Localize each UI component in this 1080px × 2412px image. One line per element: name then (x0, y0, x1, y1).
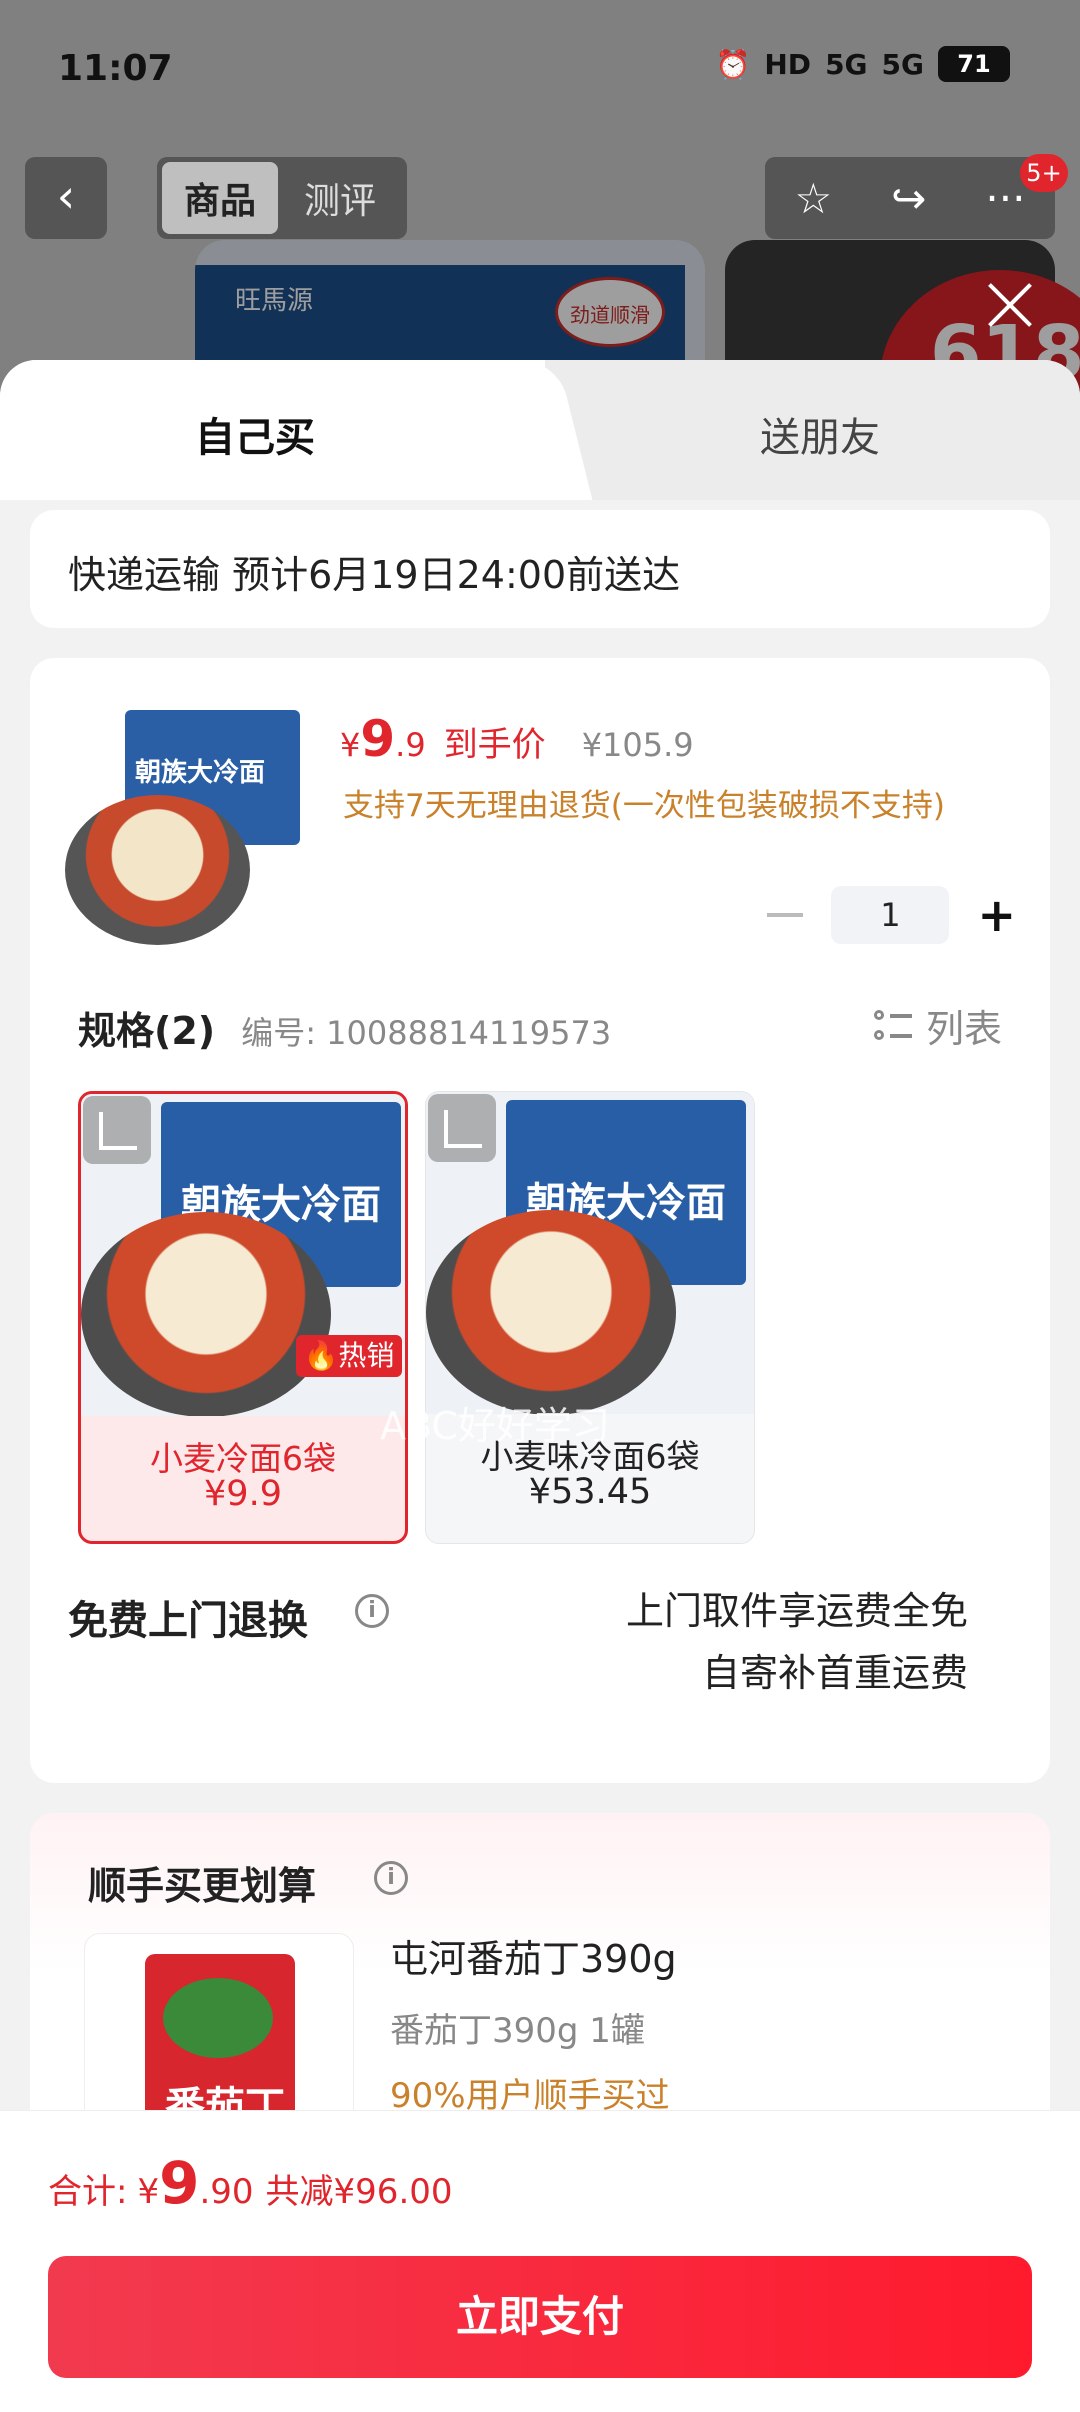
tab-buy-self[interactable]: 自己买 (195, 405, 315, 463)
original-price: ¥105.9 (581, 726, 694, 764)
top-actions: ☆ ↪ ··· (765, 157, 1055, 239)
pay-now-button[interactable]: 立即支付 (48, 2256, 1032, 2378)
decrease-button[interactable] (767, 913, 804, 917)
signal-icon: 5G (825, 47, 868, 81)
quantity-value[interactable]: 1 (831, 886, 950, 944)
sku-option-2[interactable]: 朝族大冷面 小麦味冷面6袋 ¥53.45 (425, 1091, 755, 1544)
free-return-line-1: 上门取件享运费全免 (625, 1589, 968, 1633)
alarm-icon: ⏰ (715, 47, 751, 81)
sku-name: 小麦冷面6袋 (150, 1439, 336, 1478)
status-bar: 11:07 ⏰ HD 5G 5G 71 (0, 0, 1080, 140)
price-decimal: .9 (395, 726, 426, 764)
addon-title: 顺手买更划算 (88, 1864, 317, 1908)
battery-icon: 71 (938, 46, 1010, 82)
total-decimal: .90 (199, 2172, 254, 2212)
pack-label: 朝族大冷面 (135, 758, 266, 788)
info-icon[interactable]: i (355, 1594, 389, 1628)
tab-goods[interactable]: 商品 (162, 162, 278, 234)
status-time: 11:07 (58, 48, 173, 89)
return-policy: 支持7天无理由退货(一次性包装破损不支持) (343, 788, 945, 824)
back-button[interactable]: ‹ (25, 157, 107, 239)
shipping-info: 快递运输 预计6月19日24:00前送达 (68, 553, 681, 597)
checkout-bar: 合计: ¥ 9 .90 共减¥96.00 立即支付 (0, 2110, 1080, 2412)
share-icon[interactable]: ↪ (891, 174, 926, 223)
product-thumbnail[interactable]: 朝族大冷面 (65, 710, 305, 946)
increase-button[interactable]: + (977, 892, 1016, 938)
close-icon[interactable] (984, 280, 1034, 330)
price-label: 到手价 (443, 725, 546, 765)
product-code: 编号: 10088814119573 (241, 1014, 612, 1052)
sku-price: ¥9.9 (204, 1474, 282, 1514)
free-return-title: 免费上门退换 (68, 1598, 308, 1644)
info-icon[interactable]: i (374, 1861, 408, 1895)
expand-icon[interactable] (83, 1096, 151, 1164)
total-integer: 9 (159, 2149, 200, 2217)
sku-price: ¥53.45 (528, 1472, 652, 1512)
purchase-sheet: 自己买 送朋友 快递运输 预计6月19日24:00前送达 朝族大冷面 ¥ 9 .… (0, 360, 1080, 2412)
top-tab-switch[interactable]: 商品 测评 (157, 157, 407, 239)
star-icon[interactable]: ☆ (795, 174, 833, 223)
total-label: 合计: (48, 2172, 128, 2212)
list-icon (873, 1008, 912, 1044)
sku-option-1[interactable]: 朝族大冷面 小麦冷面6袋 ¥9.9 (78, 1091, 408, 1544)
hot-sale-badge: 🔥热销 (296, 1335, 402, 1377)
addon-name[interactable]: 屯河番茄丁390g (390, 1928, 677, 1983)
addon-spec: 番茄丁390g 1罐 (390, 2011, 645, 2051)
expand-icon[interactable] (428, 1094, 496, 1162)
list-view-button[interactable]: 列表 (873, 998, 1002, 1053)
saved-amount: 共减¥96.00 (265, 2172, 453, 2212)
tab-send-friend[interactable]: 送朋友 (760, 405, 880, 463)
total-row: 合计: ¥ 9 .90 共减¥96.00 (48, 2149, 453, 2217)
quantity-stepper: 1 + (767, 886, 1016, 944)
tab-review[interactable]: 测评 (278, 172, 402, 224)
price-integer: 9 (360, 710, 396, 768)
hd-icon: HD (764, 47, 812, 81)
free-return-line-2: 自寄补首重运费 (701, 1651, 968, 1695)
more-icon[interactable]: ··· (985, 174, 1025, 223)
watermark: ABC好好学习 (380, 1404, 610, 1448)
purchase-tabs: 自己买 送朋友 (0, 360, 1080, 500)
price-row: ¥ 9 .9 到手价 ¥105.9 (340, 710, 694, 768)
shipping-card: 快递运输 预计6月19日24:00前送达 (30, 510, 1050, 628)
message-badge: 5+ (1020, 154, 1068, 192)
signal-icon-2: 5G (881, 47, 924, 81)
product-card: 朝族大冷面 ¥ 9 .9 到手价 ¥105.9 支持7天无理由退货(一次性包装破… (30, 658, 1050, 1783)
spec-title: 规格(2) (78, 1009, 216, 1053)
